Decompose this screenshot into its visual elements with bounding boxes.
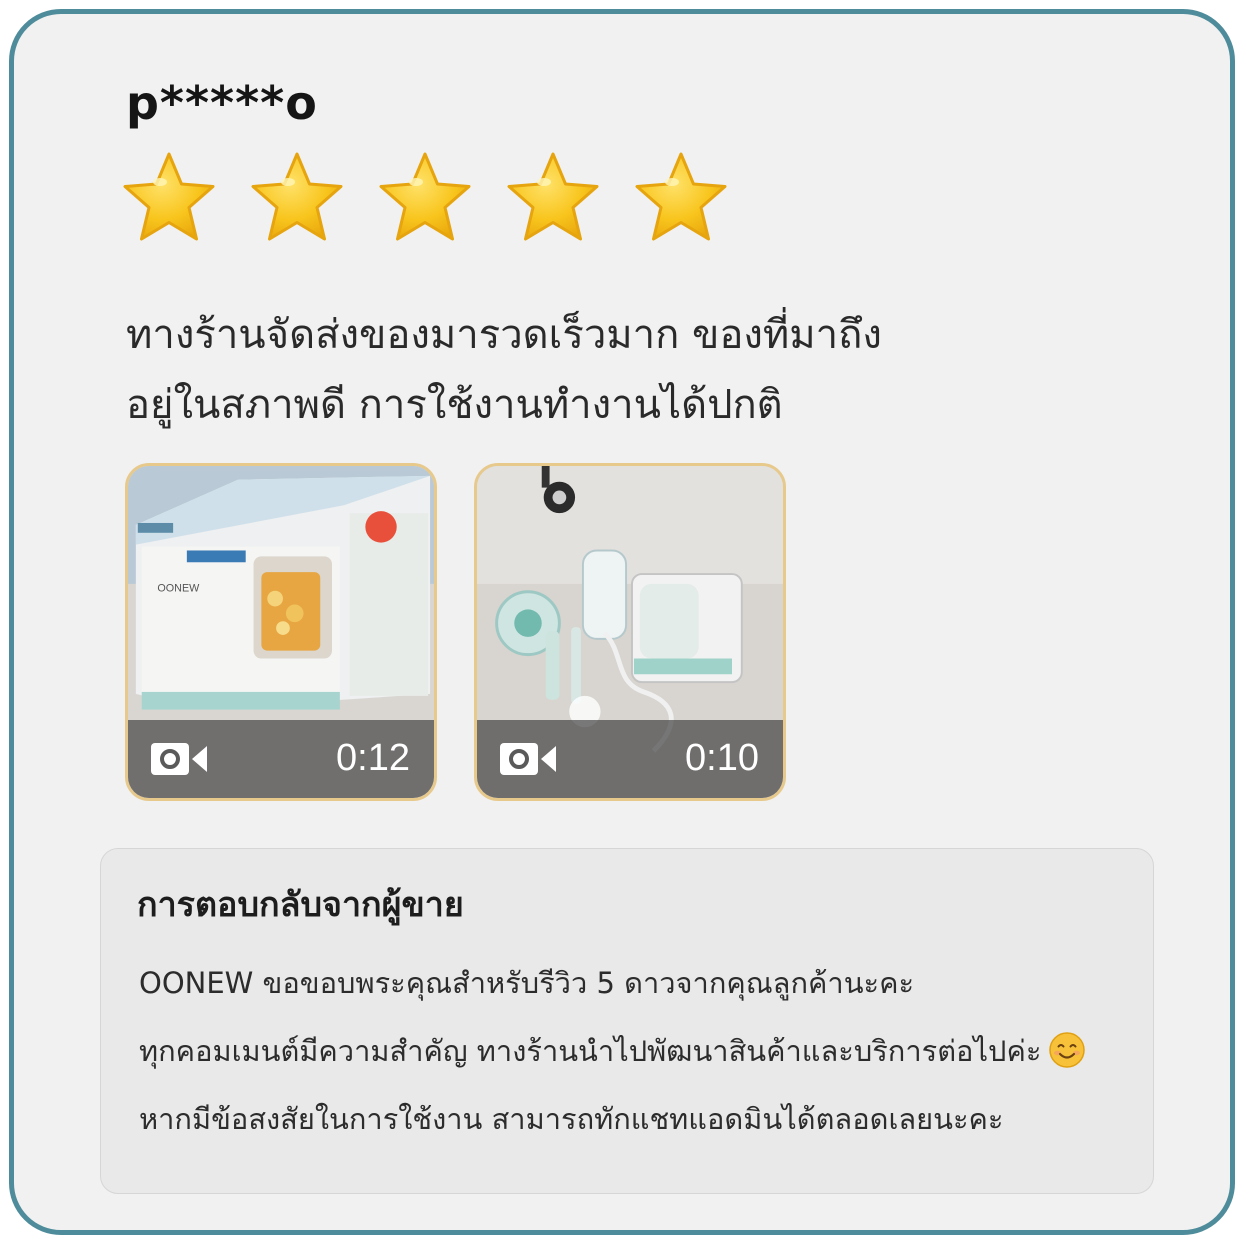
video-camera-icon <box>500 743 556 775</box>
review-card: p*****o ทางร้านจัดส่งของมารวดเร็วมาก ของ… <box>9 9 1235 1235</box>
seller-reply-line: ทุกคอมเมนต์มีความสำคัญ ทางร้านนำไปพัฒนาส… <box>139 1034 1042 1068</box>
review-video-thumbnail[interactable]: OONEW 0:12 <box>125 463 437 801</box>
reviewer-username: p*****o <box>126 76 318 130</box>
star-rating <box>118 148 732 248</box>
star-icon <box>374 148 476 248</box>
review-text-line: ทางร้านจัดส่งของมารวดเร็วมาก ของที่มาถึง <box>126 312 882 358</box>
review-text: ทางร้านจัดส่งของมารวดเร็วมาก ของที่มาถึง… <box>126 300 1126 440</box>
star-icon <box>246 148 348 248</box>
star-icon <box>630 148 732 248</box>
review-text-line: อยู่ในสภาพดี การใช้งานทำงานได้ปกติ <box>126 382 783 428</box>
video-camera-icon <box>151 743 207 775</box>
star-icon <box>502 148 604 248</box>
seller-reply: การตอบกลับจากผู้ขาย OONEW ขอขอบพระคุณสำห… <box>100 848 1154 1194</box>
seller-reply-line-with-emoji: ทุกคอมเมนต์มีความสำคัญ ทางร้านนำไปพัฒนาส… <box>139 1017 1086 1085</box>
seller-reply-line: OONEW ขอขอบพระคุณสำหรับรีวิว 5 ดาวจากคุณ… <box>139 966 915 1000</box>
video-info-bar: 0:12 <box>128 720 434 798</box>
svg-text:OONEW: OONEW <box>157 583 200 595</box>
review-video-thumbnail[interactable]: 0:10 <box>474 463 786 801</box>
star-icon <box>118 148 220 248</box>
video-duration: 0:12 <box>336 737 410 779</box>
video-duration: 0:10 <box>685 737 759 779</box>
seller-reply-title: การตอบกลับจากผู้ขาย <box>137 885 464 925</box>
video-info-bar: 0:10 <box>477 720 783 798</box>
seller-reply-text: OONEW ขอขอบพระคุณสำหรับรีวิว 5 ดาวจากคุณ… <box>139 949 1086 1153</box>
seller-reply-line: หากมีข้อสงสัยในการใช้งาน สามารถทักแชทแอด… <box>139 1102 1004 1136</box>
smiling-face-icon <box>1049 1032 1086 1068</box>
